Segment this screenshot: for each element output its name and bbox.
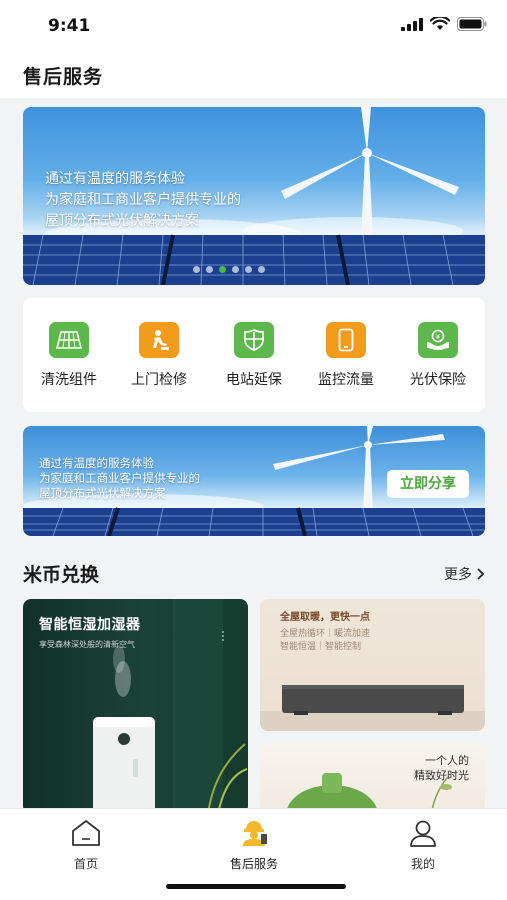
section-title-coin-exchange: 米币兑换 <box>23 564 100 586</box>
share-line: 屋顶分布式光伏解决方案 <box>39 486 166 500</box>
carousel-dot[interactable] <box>232 266 239 273</box>
service-worker-icon <box>243 821 267 846</box>
tab-label: 售后服务 <box>229 857 278 871</box>
service-warranty[interactable]: 电站延保 <box>214 322 294 389</box>
home-icon <box>72 820 100 846</box>
system-icons <box>401 17 487 31</box>
smartphone-icon <box>326 322 366 358</box>
carousel-dot[interactable] <box>193 266 200 273</box>
carousel-dot[interactable] <box>219 266 226 273</box>
product-subtitle: 享受森林深处般的清新空气 <box>39 640 135 649</box>
share-line: 通过有温度的服务体验 <box>39 456 154 470</box>
carousel-dot[interactable] <box>245 266 252 273</box>
slogan-line: 一个人的 <box>425 754 469 767</box>
service-insurance[interactable]: ¥ 光伏保险 <box>398 322 478 389</box>
service-label: 上门检修 <box>131 372 187 388</box>
slogan-line: 精致好时光 <box>414 769 469 782</box>
share-now-button[interactable]: 立即分享 <box>387 470 469 498</box>
tab-label: 首页 <box>73 857 98 871</box>
page-header: 售后服务 <box>0 54 507 98</box>
carousel-dot[interactable] <box>258 266 265 273</box>
service-label: 监控流量 <box>318 372 374 388</box>
wifi-icon <box>430 17 450 30</box>
product-subtitle: 全屋热循环｜暖流加速 <box>280 629 371 639</box>
user-icon <box>410 820 436 847</box>
service-label: 光伏保险 <box>410 372 466 388</box>
banner-line: 为家庭和工商业客户提供专业的 <box>45 192 241 208</box>
product-title: 全屋取暖，更快一点 <box>280 612 370 623</box>
product-subtitle: 智能恒温｜智能控制 <box>280 642 362 652</box>
share-banner[interactable]: 通过有温度的服务体验 为家庭和工商业客户提供专业的 屋顶分布式光伏解决方案 立即… <box>23 426 485 536</box>
svg-text:¥: ¥ <box>436 333 441 341</box>
chevron-right-icon <box>477 568 485 580</box>
product-slogan: 一个人的 精致好时光 <box>414 753 469 783</box>
service-onsite-repair[interactable]: 上门检修 <box>119 322 199 389</box>
banner-text: 通过有温度的服务体验 为家庭和工商业客户提供专业的 屋顶分布式光伏解决方案 <box>45 169 241 232</box>
service-monitoring[interactable]: 监控流量 <box>306 322 386 389</box>
status-bar: 9:41 <box>0 0 507 54</box>
tab-after-sales[interactable]: 售后服务 <box>204 819 304 872</box>
signal-icon <box>401 17 423 31</box>
insurance-hands-icon: ¥ <box>418 322 458 358</box>
banner-line: 屋顶分布式光伏解决方案 <box>45 213 199 229</box>
service-cleaning[interactable]: 清洗组件 <box>29 322 109 389</box>
tab-label: 我的 <box>410 857 435 871</box>
product-card-heater[interactable]: 全屋取暖，更快一点 全屋热循环｜暖流加速 智能恒温｜智能控制 <box>260 599 485 731</box>
share-line: 为家庭和工商业客户提供专业的 <box>39 471 200 485</box>
page-title: 售后服务 <box>23 66 104 88</box>
service-grid: 清洗组件 上门检修 电站延保 监控流量 ¥ 光伏保险 <box>23 298 485 412</box>
repair-worker-icon <box>139 322 179 358</box>
product-card-humidifier[interactable]: 智能恒湿加湿器 享受森林深处般的清新空气 <box>23 599 248 814</box>
share-banner-text: 通过有温度的服务体验 为家庭和工商业客户提供专业的 屋顶分布式光伏解决方案 <box>39 456 200 501</box>
service-label: 电站延保 <box>226 372 282 388</box>
service-label: 清洗组件 <box>41 372 97 388</box>
status-time: 9:41 <box>48 16 91 36</box>
carousel-indicator[interactable] <box>193 266 265 273</box>
battery-icon <box>457 17 487 31</box>
shield-icon <box>234 322 274 358</box>
more-label: 更多 <box>444 567 472 583</box>
tab-home[interactable]: 首页 <box>36 819 136 872</box>
product-title: 智能恒湿加湿器 <box>39 617 141 633</box>
more-link[interactable]: 更多 <box>444 564 486 584</box>
hero-banner[interactable]: 通过有温度的服务体验 为家庭和工商业客户提供专业的 屋顶分布式光伏解决方案 <box>23 107 485 285</box>
solar-panel-icon <box>49 322 89 358</box>
banner-line: 通过有温度的服务体验 <box>45 171 185 187</box>
tab-mine[interactable]: 我的 <box>373 819 473 872</box>
carousel-dot[interactable] <box>206 266 213 273</box>
home-indicator <box>166 884 346 889</box>
